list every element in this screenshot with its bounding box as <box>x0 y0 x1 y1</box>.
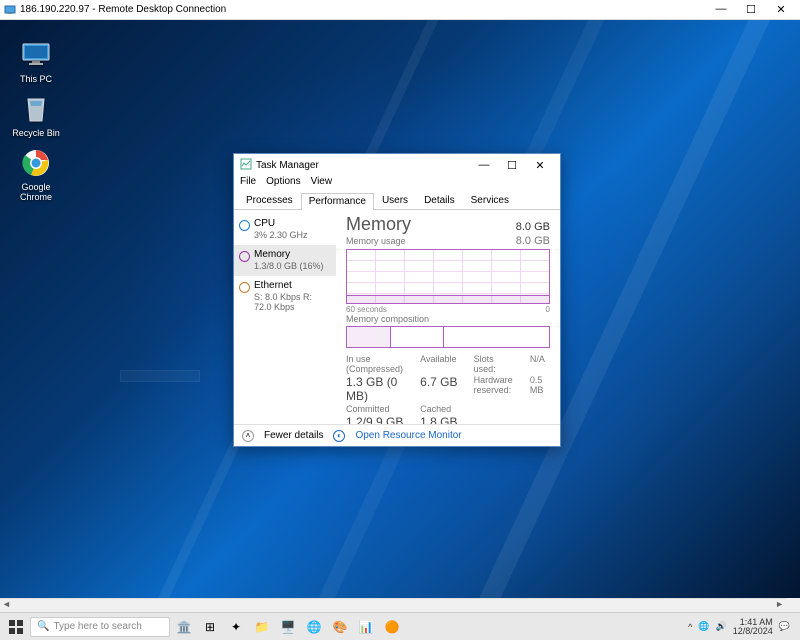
committed-label: Committed <box>346 404 408 414</box>
open-resource-monitor-link[interactable]: Open Resource Monitor <box>355 430 461 441</box>
available-label: Available <box>420 354 462 374</box>
tm-close-button[interactable]: ✕ <box>526 159 554 172</box>
rdc-icon <box>4 4 16 16</box>
menu-view[interactable]: View <box>311 176 333 192</box>
sidebar-mem-sub: 1.3/8.0 GB (16%) <box>254 261 330 272</box>
taskbar-icon-news[interactable]: 🏛️ <box>172 616 196 638</box>
this-pc-icon <box>19 38 53 72</box>
performance-sidebar: CPU 3% 2.30 GHz Memory 1.3/8.0 GB (16%) … <box>234 210 336 424</box>
taskbar-search[interactable]: 🔍 Type here to search <box>30 617 170 637</box>
tm-maximize-button[interactable]: ☐ <box>498 159 526 172</box>
menu-options[interactable]: Options <box>266 176 300 192</box>
task-manager-title: Task Manager <box>256 160 319 171</box>
slots-value: N/A <box>530 354 550 374</box>
horizontal-scrollbar[interactable] <box>0 598 786 612</box>
sidebar-cpu-label: CPU <box>254 218 330 230</box>
rdc-title-text: 186.190.220.97 - Remote Desktop Connecti… <box>20 4 226 15</box>
taskbar-icon-xampp[interactable]: 🟠 <box>380 616 404 638</box>
tab-processes[interactable]: Processes <box>238 192 301 209</box>
available-value: 6.7 GB <box>420 375 462 403</box>
watermark <box>120 370 200 382</box>
recycle-bin-icon <box>19 92 53 126</box>
sidebar-item-cpu[interactable]: CPU 3% 2.30 GHz <box>234 214 336 245</box>
desktop-icon-chrome[interactable]: Google Chrome <box>6 146 66 202</box>
taskbar-icon-rdc[interactable]: 🖥️ <box>276 616 300 638</box>
task-manager-icon <box>240 158 252 173</box>
sidebar-item-ethernet[interactable]: Ethernet S: 8.0 Kbps R: 72.0 Kbps <box>234 276 336 318</box>
usage-label: Memory usage <box>346 236 406 246</box>
memory-composition-bar <box>346 326 550 348</box>
tray-network-icon[interactable]: 🌐 <box>698 621 709 632</box>
start-button[interactable] <box>4 616 28 638</box>
task-manager-footer: ˄ Fewer details ◐ Open Resource Monitor <box>234 424 560 446</box>
desktop-icon-recycle-bin[interactable]: Recycle Bin <box>6 92 66 138</box>
host-taskbar: 🔍 Type here to search 🏛️ ⊞ ✦ 📁 🖥️ 🌐 🎨 📊 … <box>0 612 800 640</box>
task-manager-menubar: File Options View <box>234 176 560 192</box>
tab-users[interactable]: Users <box>374 192 416 209</box>
performance-main: Memory 8.0 GB Memory usage 8.0 GB 60 seco… <box>336 210 560 424</box>
sidebar-eth-sub: S: 8.0 Kbps R: 72.0 Kbps <box>254 292 330 314</box>
rdc-maximize-button[interactable]: ☐ <box>736 3 766 16</box>
tray-volume-icon[interactable]: 🔊 <box>716 621 727 632</box>
usage-max: 8.0 GB <box>516 235 550 247</box>
sidebar-item-memory[interactable]: Memory 1.3/8.0 GB (16%) <box>234 245 336 276</box>
chrome-icon <box>19 146 53 180</box>
hw-label: Hardware reserved: <box>474 375 518 403</box>
search-placeholder: Type here to search <box>53 621 141 632</box>
desktop-icon-this-pc[interactable]: This PC <box>6 38 66 84</box>
rdc-minimize-button[interactable]: — <box>706 3 736 16</box>
task-manager-window: Task Manager — ☐ ✕ File Options View Pro… <box>233 153 561 447</box>
task-manager-titlebar[interactable]: Task Manager — ☐ ✕ <box>234 154 560 176</box>
taskbar-icon-taskview[interactable]: ⊞ <box>198 616 222 638</box>
cached-value: 1.8 GB <box>420 415 462 424</box>
slots-label: Slots used: <box>474 354 518 374</box>
taskbar-icon-paint[interactable]: 🎨 <box>328 616 352 638</box>
desktop-icon-label: Recycle Bin <box>12 128 60 138</box>
taskbar-clock[interactable]: 1:41 AM 12/8/2024 <box>733 618 773 636</box>
tm-minimize-button[interactable]: — <box>470 159 498 172</box>
committed-value: 1.2/9.9 GB <box>346 415 408 424</box>
tab-services[interactable]: Services <box>463 192 517 209</box>
desktop-icon-label: This PC <box>20 74 52 84</box>
sidebar-cpu-sub: 3% 2.30 GHz <box>254 230 330 241</box>
cached-label: Cached <box>420 404 462 414</box>
fewer-details-link[interactable]: Fewer details <box>264 430 323 441</box>
in-use-label: In use (Compressed) <box>346 354 408 374</box>
in-use-value: 1.3 GB (0 MB) <box>346 375 408 403</box>
perf-total: 8.0 GB <box>516 221 550 233</box>
clock-date: 12/8/2024 <box>733 627 773 636</box>
system-tray: ^ 🌐 🔊 1:41 AM 12/8/2024 💬 <box>688 618 796 636</box>
taskbar-icon-chrome[interactable]: 🌐 <box>302 616 326 638</box>
notifications-icon[interactable]: 💬 <box>779 621 790 632</box>
hw-value: 0.5 MB <box>530 375 550 403</box>
scrollbar-corner <box>786 598 800 612</box>
task-manager-tabs: Processes Performance Users Details Serv… <box>234 192 560 210</box>
perf-heading: Memory <box>346 214 411 235</box>
search-icon: 🔍 <box>37 621 49 632</box>
menu-file[interactable]: File <box>240 176 256 192</box>
sidebar-mem-label: Memory <box>254 249 330 261</box>
tab-details[interactable]: Details <box>416 192 463 209</box>
tab-performance[interactable]: Performance <box>301 193 374 210</box>
rdc-close-button[interactable]: ✕ <box>766 3 796 16</box>
taskbar-icon-app1[interactable]: 📊 <box>354 616 378 638</box>
axis-right: 0 <box>546 305 550 314</box>
chevron-up-icon[interactable]: ˄ <box>242 430 254 442</box>
resource-monitor-icon: ◐ <box>333 430 345 442</box>
sidebar-eth-label: Ethernet <box>254 280 330 292</box>
composition-label: Memory composition <box>346 314 550 324</box>
taskbar-icon-explorer[interactable]: 📁 <box>250 616 274 638</box>
desktop-icon-label: Google Chrome <box>20 182 52 202</box>
axis-left: 60 seconds <box>346 305 387 314</box>
memory-usage-graph <box>346 249 550 304</box>
taskbar-icon-copilot[interactable]: ✦ <box>224 616 248 638</box>
tray-chevron-icon[interactable]: ^ <box>688 622 692 632</box>
rdc-titlebar: 186.190.220.97 - Remote Desktop Connecti… <box>0 0 800 20</box>
